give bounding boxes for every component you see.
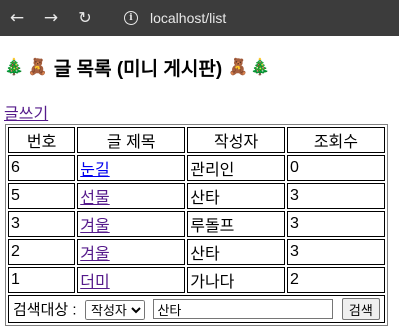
post-title-link[interactable]: 겨울	[80, 246, 109, 263]
table-row: 5 선물 산타 3	[8, 183, 385, 209]
teddy-bear-icon: 🧸	[27, 59, 48, 76]
back-arrow-icon[interactable]: ←	[8, 9, 26, 27]
table-row: 3 겨울 루돌프 3	[8, 211, 385, 237]
post-number: 5	[8, 183, 76, 209]
post-title-link[interactable]: 더미	[80, 274, 109, 291]
column-header-views: 조회수	[287, 127, 385, 153]
column-header-title: 글 제목	[77, 127, 186, 153]
search-input[interactable]	[153, 299, 334, 319]
post-table: 번호 글 제목 작성자 조회수 6 눈길 관리인 0 5 선물 산타 3 3 겨…	[5, 124, 388, 326]
browser-toolbar: ← → ↻ i localhost/list	[0, 0, 399, 36]
post-number: 2	[8, 239, 76, 265]
search-button[interactable]: 검색	[341, 298, 380, 320]
post-views: 0	[287, 155, 385, 181]
post-author: 관리인	[187, 155, 286, 181]
post-views: 2	[287, 267, 385, 293]
post-number: 6	[8, 155, 76, 181]
column-header-author: 작성자	[187, 127, 286, 153]
search-target-label: 검색대상 :	[13, 301, 77, 319]
address-bar[interactable]: localhost/list	[150, 10, 226, 26]
post-author: 산타	[187, 183, 286, 209]
post-views: 3	[287, 211, 385, 237]
search-row: 검색대상 : 작성자 검색	[8, 295, 385, 323]
christmas-tree-icon: 🎄	[250, 59, 271, 76]
post-author: 가나다	[187, 267, 286, 293]
post-number: 1	[8, 267, 76, 293]
teddy-bear-icon: 🧸	[228, 59, 249, 76]
post-title-link[interactable]: 겨울	[80, 218, 109, 235]
post-views: 3	[287, 183, 385, 209]
post-number: 3	[8, 211, 76, 237]
write-post-link[interactable]: 글쓰기	[4, 100, 48, 124]
forward-arrow-icon[interactable]: →	[42, 9, 60, 27]
page-content: 🎄 🧸 글 목록 (미니 게시판) 🧸 🎄 글쓰기 번호 글 제목 작성자 조회…	[0, 36, 399, 326]
christmas-tree-icon: 🎄	[4, 59, 24, 76]
post-title-link[interactable]: 눈길	[80, 162, 109, 179]
info-icon[interactable]: i	[124, 11, 138, 25]
page-title-text: 글 목록 (미니 게시판)	[53, 58, 223, 80]
table-row: 2 겨울 산타 3	[8, 239, 385, 265]
table-header-row: 번호 글 제목 작성자 조회수	[8, 127, 385, 153]
column-header-number: 번호	[8, 127, 76, 153]
search-target-select[interactable]: 작성자	[85, 300, 145, 320]
post-title-link[interactable]: 선물	[80, 190, 109, 207]
post-views: 3	[287, 239, 385, 265]
post-author: 루돌프	[187, 211, 286, 237]
post-author: 산타	[187, 239, 286, 265]
search-form: 검색대상 : 작성자 검색	[8, 295, 385, 323]
table-row: 6 눈길 관리인 0	[8, 155, 385, 181]
page-title: 🎄 🧸 글 목록 (미니 게시판) 🧸 🎄	[4, 36, 395, 82]
table-row: 1 더미 가나다 2	[8, 267, 385, 293]
reload-icon[interactable]: ↻	[76, 9, 94, 27]
